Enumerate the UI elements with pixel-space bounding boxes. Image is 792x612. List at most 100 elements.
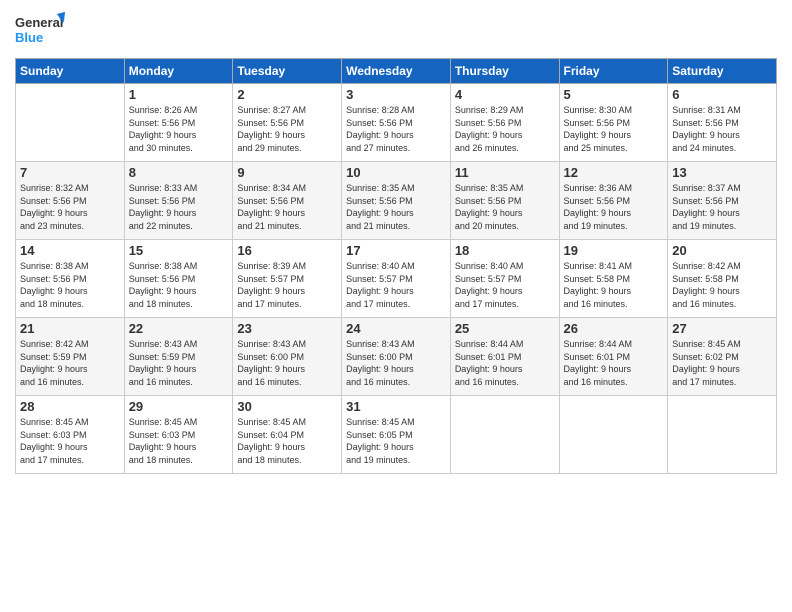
day-info: Sunrise: 8:37 AMSunset: 5:56 PMDaylight:… xyxy=(672,182,772,232)
logo-svg: General Blue xyxy=(15,10,65,50)
day-cell: 1 Sunrise: 8:26 AMSunset: 5:56 PMDaylight… xyxy=(124,84,233,162)
day-number: 16 xyxy=(237,243,337,258)
day-cell: 18 Sunrise: 8:40 AMSunset: 5:57 PMDayligh… xyxy=(450,240,559,318)
day-cell: 16 Sunrise: 8:39 AMSunset: 5:57 PMDayligh… xyxy=(233,240,342,318)
day-cell: 3Sunrise: 8:28 AMSunset: 5:56 PMDaylight… xyxy=(342,84,451,162)
day-header-monday: Monday xyxy=(124,59,233,84)
day-info: Sunrise: 8:41 AMSunset: 5:58 PMDaylight:… xyxy=(564,260,664,310)
day-number: 21 xyxy=(20,321,120,336)
day-info: Sunrise: 8:45 AMSunset: 6:02 PMDaylight:… xyxy=(672,338,772,388)
day-header-thursday: Thursday xyxy=(450,59,559,84)
day-info: Sunrise: 8:31 AMSunset: 5:56 PMDaylight:… xyxy=(672,104,772,154)
day-info: Sunrise: 8:45 AMSunset: 6:03 PMDaylight:… xyxy=(129,416,229,466)
day-number: 27 xyxy=(672,321,772,336)
day-number: 23 xyxy=(237,321,337,336)
day-header-tuesday: Tuesday xyxy=(233,59,342,84)
day-cell: 22 Sunrise: 8:43 AMSunset: 5:59 PMDayligh… xyxy=(124,318,233,396)
day-cell: 29 Sunrise: 8:45 AMSunset: 6:03 PMDayligh… xyxy=(124,396,233,474)
day-cell: 27 Sunrise: 8:45 AMSunset: 6:02 PMDayligh… xyxy=(668,318,777,396)
week-row-2: 7Sunrise: 8:32 AMSunset: 5:56 PMDaylight… xyxy=(16,162,777,240)
day-info: Sunrise: 8:34 AMSunset: 5:56 PMDaylight:… xyxy=(237,182,337,232)
day-cell: 23 Sunrise: 8:43 AMSunset: 6:00 PMDayligh… xyxy=(233,318,342,396)
day-number: 31 xyxy=(346,399,446,414)
week-row-5: 28Sunrise: 8:45 AMSunset: 6:03 PMDayligh… xyxy=(16,396,777,474)
day-number: 24 xyxy=(346,321,446,336)
day-cell: 5Sunrise: 8:30 AMSunset: 5:56 PMDaylight… xyxy=(559,84,668,162)
day-header-friday: Friday xyxy=(559,59,668,84)
day-header-sunday: Sunday xyxy=(16,59,125,84)
day-cell: 10Sunrise: 8:35 AMSunset: 5:56 PMDayligh… xyxy=(342,162,451,240)
day-cell: 6 Sunrise: 8:31 AMSunset: 5:56 PMDaylight… xyxy=(668,84,777,162)
day-info: Sunrise: 8:38 AMSunset: 5:56 PMDaylight:… xyxy=(129,260,229,310)
day-cell: 11 Sunrise: 8:35 AMSunset: 5:56 PMDayligh… xyxy=(450,162,559,240)
day-cell xyxy=(16,84,125,162)
day-number: 2 xyxy=(237,87,337,102)
day-info: Sunrise: 8:26 AMSunset: 5:56 PMDaylight:… xyxy=(129,104,229,154)
day-info: Sunrise: 8:45 AMSunset: 6:05 PMDaylight:… xyxy=(346,416,446,466)
day-info: Sunrise: 8:44 AMSunset: 6:01 PMDaylight:… xyxy=(564,338,664,388)
day-number: 6 xyxy=(672,87,772,102)
day-number: 15 xyxy=(129,243,229,258)
day-cell: 2 Sunrise: 8:27 AMSunset: 5:56 PMDaylight… xyxy=(233,84,342,162)
day-number: 8 xyxy=(129,165,229,180)
day-cell: 17 Sunrise: 8:40 AMSunset: 5:57 PMDayligh… xyxy=(342,240,451,318)
day-header-wednesday: Wednesday xyxy=(342,59,451,84)
svg-text:General: General xyxy=(15,15,63,30)
day-info: Sunrise: 8:43 AMSunset: 6:00 PMDaylight:… xyxy=(346,338,446,388)
day-info: Sunrise: 8:43 AMSunset: 5:59 PMDaylight:… xyxy=(129,338,229,388)
day-info: Sunrise: 8:35 AMSunset: 5:56 PMDaylight:… xyxy=(455,182,555,232)
day-number: 9 xyxy=(237,165,337,180)
day-cell: 15 Sunrise: 8:38 AMSunset: 5:56 PMDayligh… xyxy=(124,240,233,318)
day-number: 10 xyxy=(346,165,446,180)
day-number: 29 xyxy=(129,399,229,414)
day-number: 11 xyxy=(455,165,555,180)
day-cell: 28Sunrise: 8:45 AMSunset: 6:03 PMDayligh… xyxy=(16,396,125,474)
day-cell xyxy=(668,396,777,474)
day-number: 1 xyxy=(129,87,229,102)
day-cell: 25Sunrise: 8:44 AMSunset: 6:01 PMDayligh… xyxy=(450,318,559,396)
day-cell: 26 Sunrise: 8:44 AMSunset: 6:01 PMDayligh… xyxy=(559,318,668,396)
day-number: 4 xyxy=(455,87,555,102)
day-cell: 8 Sunrise: 8:33 AMSunset: 5:56 PMDaylight… xyxy=(124,162,233,240)
header: General Blue xyxy=(15,10,777,50)
day-info: Sunrise: 8:40 AMSunset: 5:57 PMDaylight:… xyxy=(346,260,446,310)
day-cell: 14 Sunrise: 8:38 AMSunset: 5:56 PMDayligh… xyxy=(16,240,125,318)
day-cell: 19Sunrise: 8:41 AMSunset: 5:58 PMDayligh… xyxy=(559,240,668,318)
day-info: Sunrise: 8:36 AMSunset: 5:56 PMDaylight:… xyxy=(564,182,664,232)
day-info: Sunrise: 8:43 AMSunset: 6:00 PMDaylight:… xyxy=(237,338,337,388)
day-info: Sunrise: 8:30 AMSunset: 5:56 PMDaylight:… xyxy=(564,104,664,154)
calendar-table: SundayMondayTuesdayWednesdayThursdayFrid… xyxy=(15,58,777,474)
page: General Blue SundayMondayTuesdayWednesda… xyxy=(0,0,792,612)
day-cell: 21Sunrise: 8:42 AMSunset: 5:59 PMDayligh… xyxy=(16,318,125,396)
day-cell: 20 Sunrise: 8:42 AMSunset: 5:58 PMDayligh… xyxy=(668,240,777,318)
day-number: 26 xyxy=(564,321,664,336)
day-cell xyxy=(450,396,559,474)
day-cell: 12Sunrise: 8:36 AMSunset: 5:56 PMDayligh… xyxy=(559,162,668,240)
day-cell: 30Sunrise: 8:45 AMSunset: 6:04 PMDayligh… xyxy=(233,396,342,474)
day-header-saturday: Saturday xyxy=(668,59,777,84)
day-info: Sunrise: 8:44 AMSunset: 6:01 PMDaylight:… xyxy=(455,338,555,388)
day-info: Sunrise: 8:42 AMSunset: 5:58 PMDaylight:… xyxy=(672,260,772,310)
day-info: Sunrise: 8:33 AMSunset: 5:56 PMDaylight:… xyxy=(129,182,229,232)
day-info: Sunrise: 8:45 AMSunset: 6:03 PMDaylight:… xyxy=(20,416,120,466)
day-info: Sunrise: 8:40 AMSunset: 5:57 PMDaylight:… xyxy=(455,260,555,310)
day-info: Sunrise: 8:27 AMSunset: 5:56 PMDaylight:… xyxy=(237,104,337,154)
day-info: Sunrise: 8:29 AMSunset: 5:56 PMDaylight:… xyxy=(455,104,555,154)
header-row: SundayMondayTuesdayWednesdayThursdayFrid… xyxy=(16,59,777,84)
day-cell: 13Sunrise: 8:37 AMSunset: 5:56 PMDayligh… xyxy=(668,162,777,240)
day-cell: 9 Sunrise: 8:34 AMSunset: 5:56 PMDaylight… xyxy=(233,162,342,240)
day-info: Sunrise: 8:39 AMSunset: 5:57 PMDaylight:… xyxy=(237,260,337,310)
day-number: 22 xyxy=(129,321,229,336)
day-number: 20 xyxy=(672,243,772,258)
day-number: 17 xyxy=(346,243,446,258)
day-info: Sunrise: 8:32 AMSunset: 5:56 PMDaylight:… xyxy=(20,182,120,232)
day-cell: 31 Sunrise: 8:45 AMSunset: 6:05 PMDayligh… xyxy=(342,396,451,474)
week-row-4: 21Sunrise: 8:42 AMSunset: 5:59 PMDayligh… xyxy=(16,318,777,396)
day-number: 14 xyxy=(20,243,120,258)
day-number: 18 xyxy=(455,243,555,258)
week-row-1: 1 Sunrise: 8:26 AMSunset: 5:56 PMDaylight… xyxy=(16,84,777,162)
day-number: 30 xyxy=(237,399,337,414)
week-row-3: 14 Sunrise: 8:38 AMSunset: 5:56 PMDayligh… xyxy=(16,240,777,318)
day-info: Sunrise: 8:38 AMSunset: 5:56 PMDaylight:… xyxy=(20,260,120,310)
day-cell: 7Sunrise: 8:32 AMSunset: 5:56 PMDaylight… xyxy=(16,162,125,240)
